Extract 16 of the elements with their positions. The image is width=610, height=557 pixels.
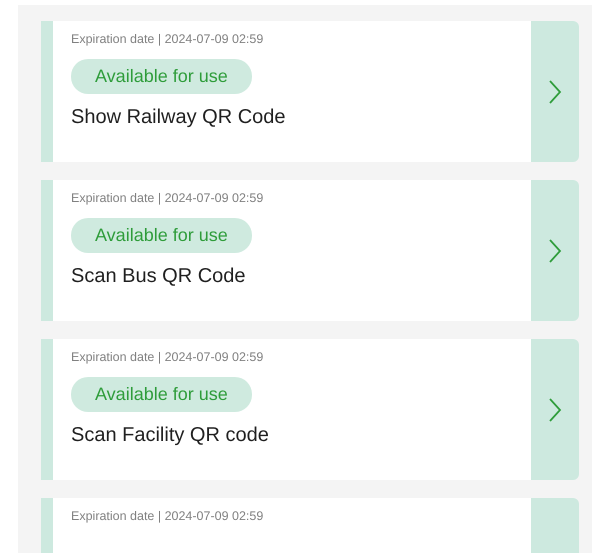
expiration-date: Expiration date | 2024-07-09 02:59	[71, 32, 264, 46]
chevron-right-icon	[548, 78, 562, 104]
chevron-right-icon	[548, 396, 562, 422]
status-badge: Available for use	[71, 377, 252, 412]
status-badge: Available for use	[71, 59, 252, 94]
open-button[interactable]	[531, 180, 579, 321]
expiration-date: Expiration date | 2024-07-09 02:59	[71, 509, 264, 523]
card-title: Scan Bus QR Code	[71, 265, 246, 288]
open-button[interactable]	[531, 339, 579, 480]
chevron-right-icon	[548, 238, 562, 264]
open-button[interactable]	[531, 21, 579, 162]
expiration-date: Expiration date | 2024-07-09 02:59	[71, 191, 264, 205]
status-badge: Available for use	[71, 218, 252, 253]
card-title: Scan Facility QR code	[71, 424, 269, 447]
expiration-date: Expiration date | 2024-07-09 02:59	[71, 350, 264, 364]
card-title: Show Railway QR Code	[71, 106, 286, 129]
